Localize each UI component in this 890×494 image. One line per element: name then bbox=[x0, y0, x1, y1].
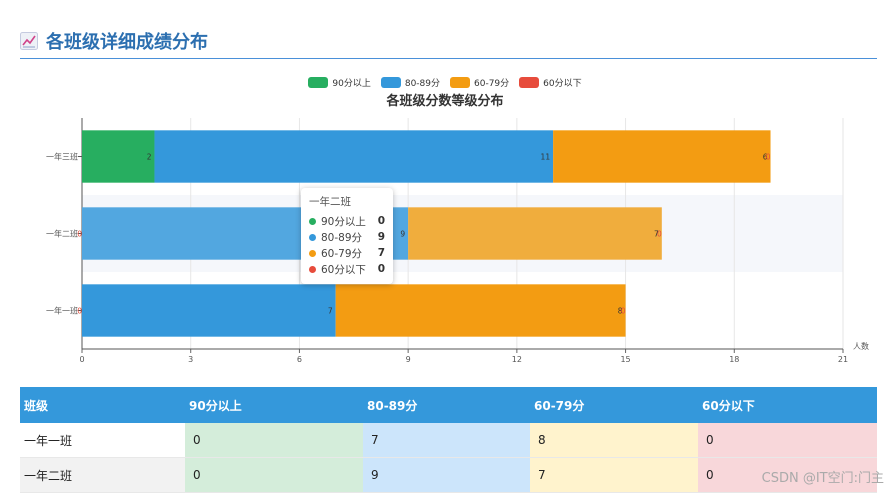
tooltip-series-name: 60分以下 bbox=[321, 263, 366, 276]
table-cell: 0 bbox=[698, 423, 877, 458]
tooltip-dot bbox=[309, 217, 316, 225]
table-row: 一年一班 0 7 8 0 bbox=[20, 423, 877, 458]
bar-data-label: 0 bbox=[657, 230, 662, 239]
tooltip-series-value: 7 bbox=[377, 247, 385, 259]
x-tick-label: 0 bbox=[79, 355, 84, 364]
table-cell: 7 bbox=[363, 423, 530, 458]
tooltip-row: 90分以上 0 bbox=[309, 213, 385, 229]
bar-data-label: 0 bbox=[621, 307, 626, 316]
x-tick-label: 15 bbox=[620, 355, 630, 364]
bar-data-label: 2 bbox=[147, 153, 152, 162]
x-axis-label: 人数 bbox=[853, 341, 869, 351]
column-header: 60分以下 bbox=[698, 387, 877, 423]
bar-segment bbox=[553, 130, 771, 183]
tooltip-row: 80-89分 9 bbox=[309, 229, 385, 245]
column-header: 60-79分 bbox=[530, 387, 698, 423]
table-cell: 9 bbox=[363, 457, 530, 493]
column-header: 班级 bbox=[20, 387, 185, 423]
bar-data-label: 9 bbox=[400, 230, 405, 239]
bar-data-label: 11 bbox=[541, 153, 551, 162]
tooltip-series-value: 0 bbox=[377, 263, 385, 275]
x-tick-label: 3 bbox=[188, 355, 193, 364]
y-tick-label: 一年一班 bbox=[46, 306, 78, 316]
bar-data-label: 0 bbox=[77, 230, 82, 239]
table-cell: 7 bbox=[530, 457, 698, 493]
bar-data-label: 0 bbox=[77, 307, 82, 316]
table-cell-class: 一年一班 bbox=[20, 423, 185, 458]
scores-table: 班级 90分以上 80-89分 60-79分 60分以下 一年一班 0 7 8 … bbox=[20, 387, 877, 493]
bar-segment bbox=[154, 130, 554, 183]
bar-segment bbox=[82, 284, 336, 337]
y-tick-label: 一年二班 bbox=[46, 229, 78, 239]
tooltip-series-name: 80-89分 bbox=[321, 231, 363, 244]
table-row: 一年二班 0 9 7 0 bbox=[20, 457, 877, 493]
tooltip-dot bbox=[309, 233, 316, 241]
x-tick-label: 18 bbox=[729, 355, 739, 364]
stacked-bar-chart: 0 3 6 9 12 15 18 21人数一年一班一年二班一年三班0 7 800 9 702 11 60 bbox=[46, 118, 869, 364]
tooltip-title: 一年二班 bbox=[309, 196, 351, 208]
table-header-row: 班级 90分以上 80-89分 60-79分 60分以下 bbox=[20, 387, 877, 423]
x-tick-label: 9 bbox=[406, 355, 411, 364]
table-cell: 8 bbox=[530, 423, 698, 458]
bar-segment bbox=[82, 130, 155, 183]
tooltip-row: 60-79分 7 bbox=[309, 245, 385, 261]
bar-data-label: 0 bbox=[766, 153, 771, 162]
table-cell: 0 bbox=[185, 423, 363, 458]
tooltip-series-name: 60-79分 bbox=[321, 247, 363, 260]
bar-segment bbox=[408, 207, 662, 260]
table-cell: 0 bbox=[185, 457, 363, 493]
bar-segment bbox=[335, 284, 626, 337]
bar-data-label: 7 bbox=[328, 307, 333, 316]
column-header: 80-89分 bbox=[363, 387, 530, 423]
x-tick-label: 12 bbox=[512, 355, 522, 364]
tooltip-series-value: 0 bbox=[377, 215, 385, 227]
table-cell-class: 一年二班 bbox=[20, 457, 185, 493]
y-tick-label: 一年三班 bbox=[46, 152, 78, 162]
watermark: CSDN @IT空门:门主 bbox=[761, 471, 884, 486]
tooltip-series-name: 90分以上 bbox=[321, 215, 366, 228]
column-header: 90分以上 bbox=[185, 387, 363, 423]
x-tick-label: 6 bbox=[297, 355, 302, 364]
x-tick-label: 21 bbox=[838, 355, 848, 364]
tooltip-dot bbox=[309, 265, 316, 273]
tooltip-series-value: 9 bbox=[377, 231, 385, 243]
tooltip-dot bbox=[309, 249, 316, 257]
chart-tooltip: 一年二班 90分以上 0 80-89分 9 60-79分 7 60分以下 0 bbox=[301, 188, 393, 284]
tooltip-row: 60分以下 0 bbox=[309, 261, 385, 277]
